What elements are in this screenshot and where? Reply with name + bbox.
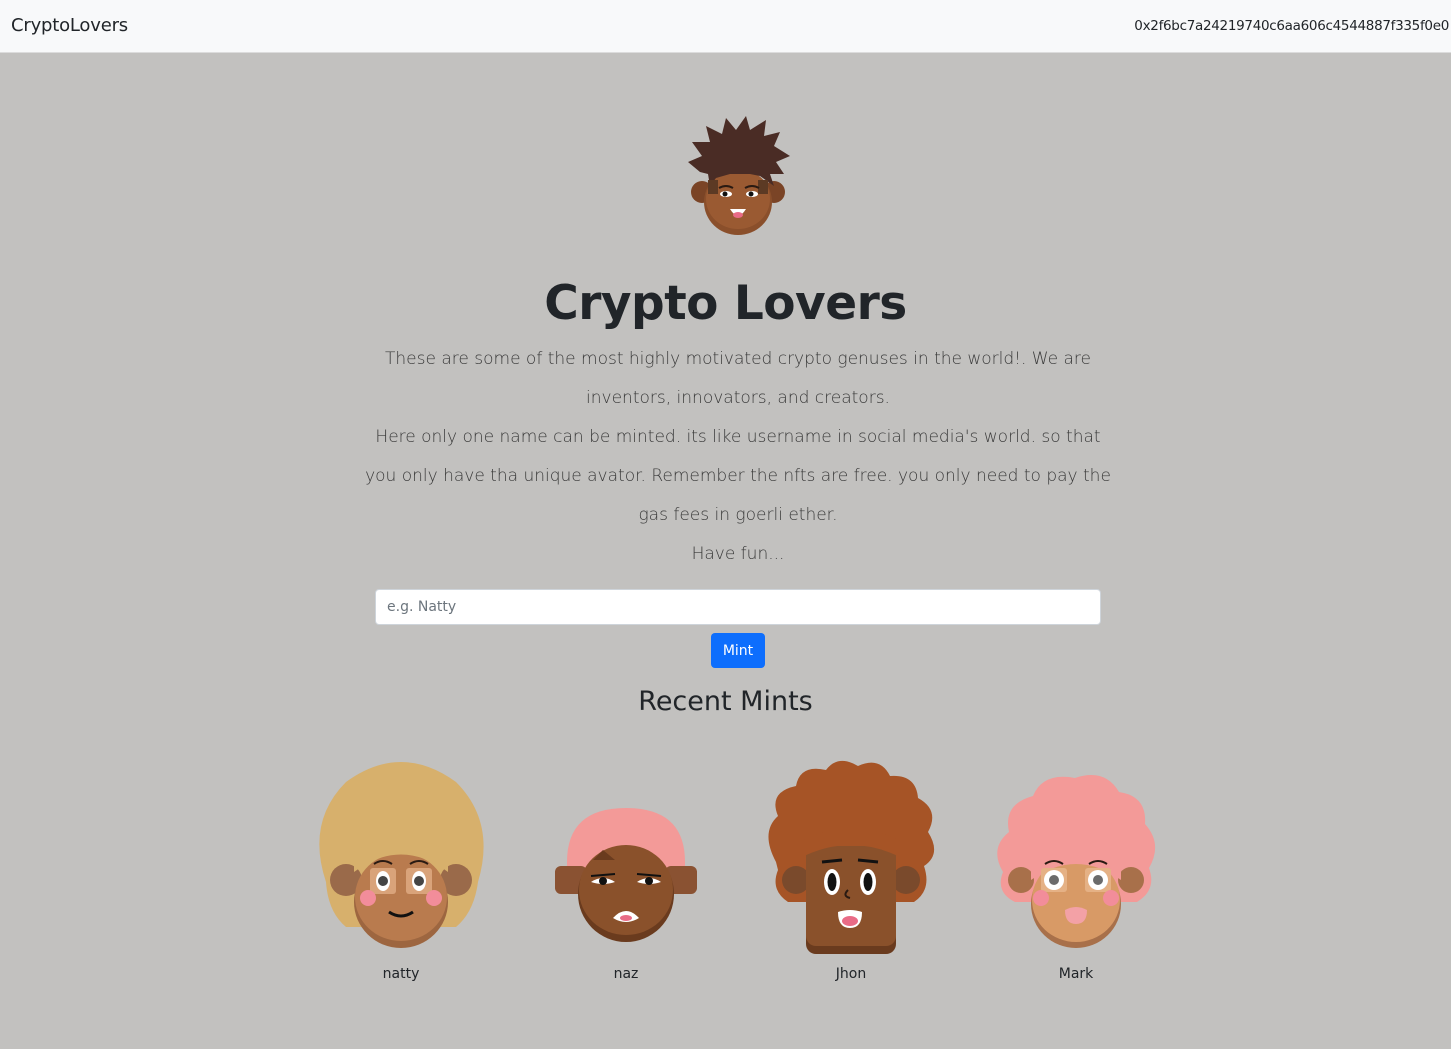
- avatar-icon: [319, 762, 484, 948]
- description: These are some of the most highly motiva…: [362, 340, 1114, 574]
- mint-name: Jhon: [835, 966, 867, 982]
- navbar: CryptoLovers 0x2f6bc7a24219740c6aa606c45…: [0, 0, 1451, 53]
- mint-card: natty: [306, 752, 496, 992]
- mint-name: natty: [382, 966, 420, 982]
- description-paragraph-1: These are some of the most highly motiva…: [385, 349, 1091, 408]
- page-title: Crypto Lovers: [544, 276, 907, 331]
- avatar-icon: [768, 760, 935, 954]
- avatar-icon: [555, 808, 697, 942]
- hero-avatar-icon: [680, 112, 795, 240]
- name-input[interactable]: [375, 589, 1101, 625]
- mint-button[interactable]: Mint: [711, 633, 765, 668]
- mint-card: Mark: [981, 752, 1171, 992]
- recent-mints-title: Recent Mints: [638, 686, 813, 717]
- mint-card: Jhon: [756, 752, 946, 992]
- mint-name: naz: [613, 966, 639, 982]
- mint-card: naz: [531, 752, 721, 992]
- description-paragraph-2: Here only one name can be minted. its li…: [365, 427, 1111, 525]
- brand-link[interactable]: CryptoLovers: [11, 15, 128, 36]
- wallet-address: 0x2f6bc7a24219740c6aa606c4544887f335f0e0: [1134, 18, 1449, 34]
- description-paragraph-3: Have fun...: [691, 544, 785, 564]
- avatar-icon: [997, 775, 1156, 948]
- mint-name: Mark: [1058, 966, 1094, 982]
